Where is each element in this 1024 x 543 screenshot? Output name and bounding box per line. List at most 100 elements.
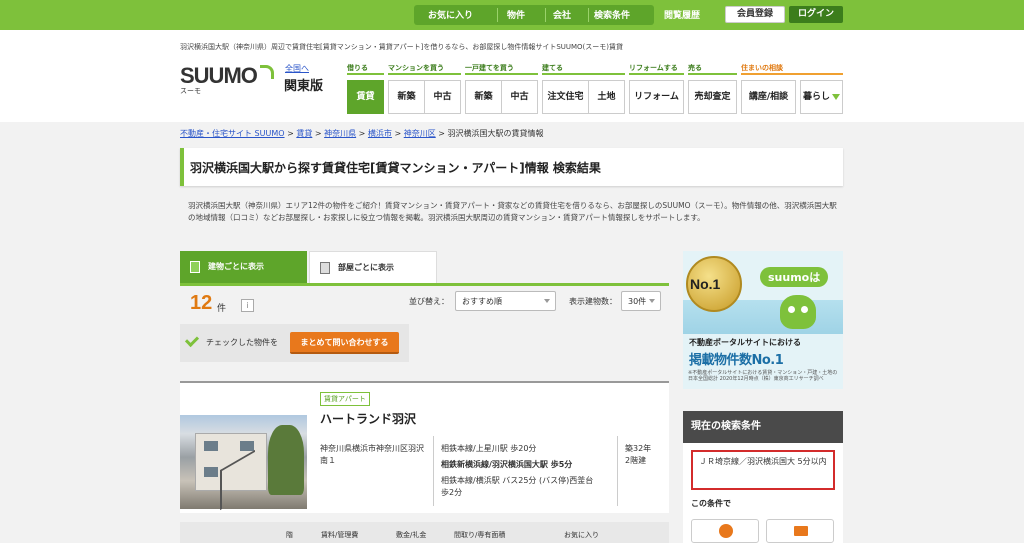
property-type-badge: 賃貸アパート: [320, 392, 370, 406]
property-access-1: 相鉄本線/上星川駅 歩20分: [441, 444, 537, 453]
breadcrumb-home[interactable]: 不動産・住宅サイト SUUMO: [180, 129, 285, 138]
display-count-select[interactable]: 30件: [621, 291, 661, 311]
ad-footnote: ※不動産ポータルサイトにおける賃貸・マンション・戸建・土地の日本全国総計 202…: [688, 370, 838, 382]
nav-land[interactable]: 土地: [588, 80, 625, 114]
bulk-inquiry-button[interactable]: まとめて問い合わせする: [290, 332, 399, 354]
th-floor: 階: [286, 531, 293, 539]
nav-category-house: 一戸建てを買う: [465, 64, 514, 72]
divider: [545, 8, 546, 22]
nav-house-new[interactable]: 新築: [465, 80, 502, 114]
ad-brand: suumoは: [760, 267, 829, 287]
suumo-character-icon: [780, 295, 816, 329]
nav-underline: [542, 73, 625, 75]
logo-arrow-icon: [260, 65, 274, 79]
register-button[interactable]: 会員登録: [725, 6, 785, 23]
property-built-years: 築32年: [625, 444, 652, 453]
info-icon[interactable]: i: [241, 299, 254, 312]
photo-tree: [268, 425, 304, 495]
property-name[interactable]: ハートランド羽沢: [320, 410, 416, 427]
result-count: 12: [190, 292, 213, 314]
th-layout: 間取り/専有面積: [454, 531, 506, 539]
property-age: 築32年 2階建: [625, 443, 651, 467]
download-icon: [719, 524, 733, 538]
nav-underline: [741, 73, 843, 75]
photo-window: [204, 441, 218, 451]
nav-underline: [347, 73, 384, 75]
triangle-down-icon: [832, 93, 840, 100]
nav-rent[interactable]: 賃貸: [347, 80, 384, 114]
nav-mansion-new[interactable]: 新築: [388, 80, 425, 114]
nav-custom-home[interactable]: 注文住宅: [542, 80, 589, 114]
sort-select[interactable]: おすすめ順: [455, 291, 556, 311]
room-table-header: 階 賃料/管理費 敷金/礼金 間取り/専有面積 お気に入り: [180, 522, 669, 543]
login-button[interactable]: ログイン: [789, 6, 843, 23]
save-condition-button[interactable]: [691, 519, 759, 543]
favorites-link[interactable]: お気に入り: [428, 8, 473, 21]
page-title-box: 羽沢横浜国大駅から探す賃貸住宅[賃貸マンション・アパート]情報 検索結果: [180, 148, 843, 186]
search-conditions-link[interactable]: 検索条件: [594, 8, 630, 21]
bulk-inquiry-text: チェックした物件を: [206, 338, 278, 347]
ad-tagline: 不動産ポータルサイトにおける: [689, 338, 801, 347]
header: 羽沢横浜国大駅（神奈川県）周辺で賃貸住宅[賃貸マンション・賃貸アパート]を借りる…: [0, 30, 1024, 122]
chevron-down-icon: [544, 299, 550, 303]
nav-mansion-used[interactable]: 中古: [424, 80, 461, 114]
nav-category-consult: 住まいの相談: [741, 64, 783, 72]
breadcrumb: 不動産・住宅サイト SUUMO > 賃貸 > 神奈川県 > 横浜市 > 神奈川区…: [180, 128, 544, 139]
companies-link[interactable]: 会社: [553, 8, 571, 21]
column-divider: [617, 436, 618, 506]
breadcrumb-sep: >: [314, 129, 322, 138]
display-count-value: 30件: [628, 297, 647, 306]
nav-category-mansion: マンションを買う: [388, 64, 444, 72]
nav-category-sell: 売る: [688, 64, 702, 72]
tab-by-room[interactable]: 部屋ごとに表示: [309, 251, 437, 283]
nav-living[interactable]: 暮らし: [800, 80, 843, 114]
nav-house-used[interactable]: 中古: [501, 80, 538, 114]
with-this-condition-label: この条件で: [691, 499, 731, 508]
nav-reform[interactable]: リフォーム: [629, 80, 684, 114]
region-name: 関東版: [284, 79, 324, 94]
breadcrumb-sep: >: [394, 129, 402, 138]
site-description: 羽沢横浜国大駅（神奈川県）周辺で賃貸住宅[賃貸マンション・賃貸アパート]を借りる…: [180, 43, 624, 51]
breadcrumb-pref[interactable]: 神奈川県: [324, 129, 356, 138]
logo-subtitle: スーモ: [180, 87, 201, 95]
character-eye: [801, 306, 808, 313]
breadcrumb-ward[interactable]: 神奈川区: [404, 129, 436, 138]
breadcrumb-sep: >: [287, 129, 294, 138]
chevron-down-icon: [649, 299, 655, 303]
breadcrumb-sep: >: [438, 129, 445, 138]
breadcrumb-sep: >: [358, 129, 366, 138]
breadcrumb-rent[interactable]: 賃貸: [296, 129, 312, 138]
nav-seminar[interactable]: 講座/相談: [741, 80, 796, 114]
room-icon: [320, 262, 330, 274]
nav-underline: [388, 73, 461, 75]
photo-window: [240, 441, 254, 451]
breadcrumb-city[interactable]: 横浜市: [368, 129, 392, 138]
divider: [497, 8, 498, 22]
nav-underline: [465, 73, 538, 75]
properties-link[interactable]: 物件: [507, 8, 525, 21]
nav-category-rent: 借りる: [347, 64, 368, 72]
nationwide-link[interactable]: 全国へ: [285, 63, 309, 74]
property-photo[interactable]: [180, 415, 307, 511]
intro-text: 羽沢横浜国大駅（神奈川県）エリア12件の物件をご紹介！賃貸マンション・賃貸アパー…: [188, 201, 837, 222]
breadcrumb-current: 羽沢横浜国大駅の賃貸情報: [447, 129, 544, 138]
photo-window: [204, 467, 218, 477]
tab-by-building[interactable]: 建物ごとに表示: [180, 251, 307, 283]
email-condition-button[interactable]: [766, 519, 834, 543]
divider: [588, 8, 589, 22]
sort-select-value: おすすめ順: [462, 297, 502, 306]
ad-headline: 掲載物件数No.1: [689, 353, 784, 368]
property-address: 神奈川県横浜市神奈川区羽沢南１: [320, 444, 424, 465]
property-access-3-cont: 歩2分: [441, 488, 463, 497]
page-title: 羽沢横浜国大駅から探す賃貸住宅[賃貸マンション・アパート]情報 検索結果: [190, 161, 601, 175]
nav-sale-assess[interactable]: 売却査定: [688, 80, 737, 114]
column-divider: [433, 436, 434, 506]
mail-icon: [794, 526, 808, 536]
tab-by-building-label: 建物ごとに表示: [208, 262, 264, 271]
display-count-label: 表示建物数：: [569, 297, 617, 306]
nav-living-label: 暮らし: [802, 92, 830, 102]
tab-underline: [180, 283, 669, 286]
current-conditions-header: 現在の検索条件: [683, 411, 843, 443]
nav-category-build: 建てる: [542, 64, 563, 72]
history-dropdown[interactable]: 閲覧履歴: [664, 8, 700, 21]
